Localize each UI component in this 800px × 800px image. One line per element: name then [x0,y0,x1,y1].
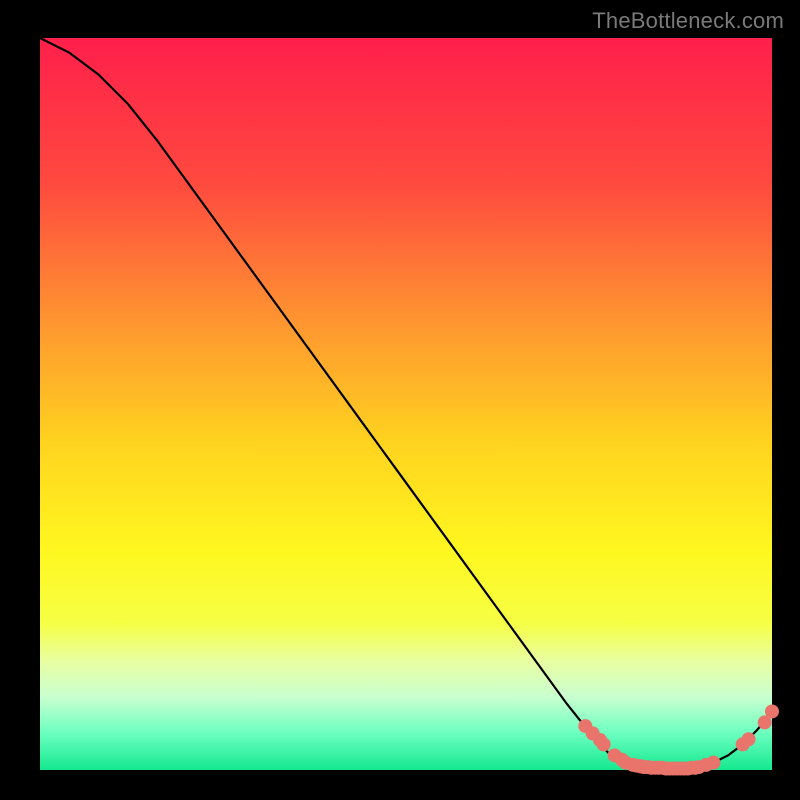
data-marker [765,704,779,718]
data-marker [597,737,611,751]
plot-gradient-bg [40,38,772,770]
bottleneck-chart [0,0,800,800]
chart-frame: TheBottleneck.com [0,0,800,800]
data-marker [742,732,756,746]
watermark-text: TheBottleneck.com [592,8,784,34]
data-marker [706,756,720,770]
